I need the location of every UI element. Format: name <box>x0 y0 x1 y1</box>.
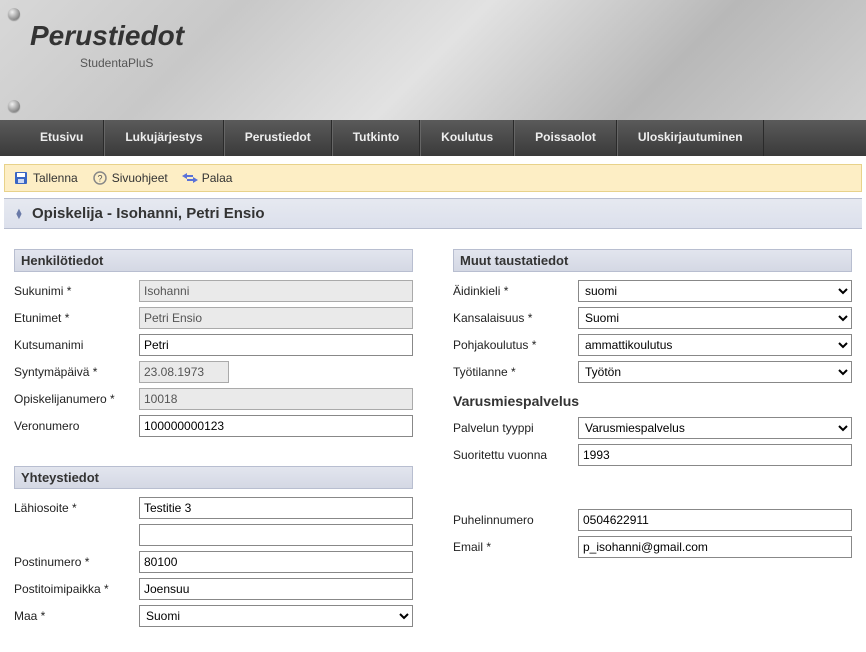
label-sukunimi: Sukunimi * <box>14 284 139 298</box>
collapse-icon: ▲▼ <box>12 207 26 221</box>
label-opnum: Opiskelijanumero * <box>14 392 139 406</box>
svg-text:?: ? <box>97 174 102 184</box>
nav-tutkinto[interactable]: Tutkinto <box>332 120 420 156</box>
label-suoritettu: Suoritettu vuonna <box>453 448 578 462</box>
section-title: Opiskelija - Isohanni, Petri Ensio <box>32 205 265 222</box>
right-column: Muut taustatiedot Äidinkieli * suomi Kan… <box>453 249 852 632</box>
select-tyotilanne[interactable]: Työtön <box>578 361 852 383</box>
group-yhteystiedot: Yhteystiedot <box>14 466 413 489</box>
input-suoritettu[interactable] <box>578 444 852 466</box>
help-label: Sivuohjeet <box>112 171 168 185</box>
label-maa: Maa * <box>14 609 139 623</box>
input-postinumero[interactable] <box>139 551 413 573</box>
label-lahiosoite: Lähiosoite * <box>14 501 139 515</box>
back-icon <box>182 170 198 186</box>
label-tyotilanne: Työtilanne * <box>453 365 578 379</box>
input-puhelin[interactable] <box>578 509 852 531</box>
label-syntymapaiva: Syntymäpäivä * <box>14 365 139 379</box>
group-varusmiespalvelus: Varusmiespalvelus <box>453 393 852 409</box>
nav-uloskirjautuminen[interactable]: Uloskirjautuminen <box>617 120 764 156</box>
select-pohjakoulutus[interactable]: ammattikoulutus <box>578 334 852 356</box>
label-kutsumanimi: Kutsumanimi <box>14 338 139 352</box>
input-lahiosoite2[interactable] <box>139 524 413 546</box>
main-nav: Etusivu Lukujärjestys Perustiedot Tutkin… <box>0 120 866 156</box>
label-email: Email * <box>453 540 578 554</box>
label-pohjakoulutus: Pohjakoulutus * <box>453 338 578 352</box>
select-aidinkieli[interactable]: suomi <box>578 280 852 302</box>
input-syntymapaiva <box>139 361 229 383</box>
label-veronumero: Veronumero <box>14 419 139 433</box>
input-opnum <box>139 388 413 410</box>
label-postinumero: Postinumero * <box>14 555 139 569</box>
rivet-decoration <box>8 8 20 20</box>
back-button[interactable]: Palaa <box>182 170 233 186</box>
back-label: Palaa <box>202 171 233 185</box>
help-icon: ? <box>92 170 108 186</box>
label-aidinkieli: Äidinkieli * <box>453 284 578 298</box>
label-palvelutyyppi: Palvelun tyyppi <box>453 421 578 435</box>
save-icon <box>13 170 29 186</box>
select-kansalaisuus[interactable]: Suomi <box>578 307 852 329</box>
input-sukunimi <box>139 280 413 302</box>
input-lahiosoite[interactable] <box>139 497 413 519</box>
input-veronumero[interactable] <box>139 415 413 437</box>
save-button[interactable]: Tallenna <box>13 170 78 186</box>
input-etunimet <box>139 307 413 329</box>
save-label: Tallenna <box>33 171 78 185</box>
nav-etusivu[interactable]: Etusivu <box>0 120 104 156</box>
input-kutsumanimi[interactable] <box>139 334 413 356</box>
group-taustatiedot: Muut taustatiedot <box>453 249 852 272</box>
nav-lukujarjestys[interactable]: Lukujärjestys <box>104 120 223 156</box>
label-postitoimipaikka: Postitoimipaikka * <box>14 582 139 596</box>
group-henkilotiedot: Henkilötiedot <box>14 249 413 272</box>
section-header[interactable]: ▲▼ Opiskelija - Isohanni, Petri Ensio <box>4 198 862 229</box>
page-title: Perustiedot <box>30 20 866 52</box>
label-kansalaisuus: Kansalaisuus * <box>453 311 578 325</box>
nav-poissaolot[interactable]: Poissaolot <box>514 120 617 156</box>
input-postitoimipaikka[interactable] <box>139 578 413 600</box>
help-button[interactable]: ? Sivuohjeet <box>92 170 168 186</box>
rivet-decoration <box>8 100 20 112</box>
form-content: Henkilötiedot Sukunimi * Etunimet * Kuts… <box>0 229 866 642</box>
nav-koulutus[interactable]: Koulutus <box>420 120 514 156</box>
left-column: Henkilötiedot Sukunimi * Etunimet * Kuts… <box>14 249 413 632</box>
select-palvelutyyppi[interactable]: Varusmiespalvelus <box>578 417 852 439</box>
nav-perustiedot[interactable]: Perustiedot <box>224 120 332 156</box>
toolbar: Tallenna ? Sivuohjeet Palaa <box>4 164 862 192</box>
select-maa[interactable]: Suomi <box>139 605 413 627</box>
input-email[interactable] <box>578 536 852 558</box>
header-banner: Perustiedot StudentaPluS <box>0 0 866 120</box>
app-subtitle: StudentaPluS <box>80 56 866 70</box>
label-etunimet: Etunimet * <box>14 311 139 325</box>
label-puhelin: Puhelinnumero <box>453 513 578 527</box>
